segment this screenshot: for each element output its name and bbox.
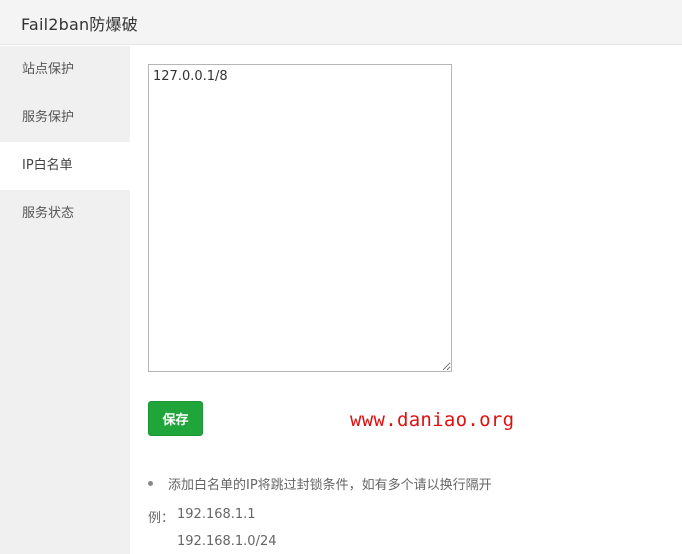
sidebar-item-label: 服务状态: [22, 206, 75, 221]
sidebar-item-service-protection[interactable]: 服务保护: [0, 94, 130, 142]
ip-whitelist-textarea[interactable]: 127.0.0.1/8: [148, 64, 452, 372]
tip-text: 添加白名单的IP将跳过封锁条件，如有多个请以换行隔开: [168, 478, 492, 493]
example-ip-single: 192.168.1.1: [177, 507, 256, 522]
main-panel: 127.0.0.1/8 保存 www.daniao.org 添加白名单的IP将跳…: [130, 46, 682, 554]
example-label: 例：: [148, 511, 175, 526]
sidebar: 站点保护 服务保护 IP白名单 服务状态: [0, 46, 130, 554]
watermark-text: www.daniao.org: [350, 409, 515, 431]
sidebar-item-label: 服务保护: [22, 110, 75, 125]
sidebar-item-label: IP白名单: [22, 158, 73, 173]
sidebar-item-service-status[interactable]: 服务状态: [0, 190, 130, 238]
bullet-icon: [148, 481, 153, 486]
example-ip-range: 192.168.1.0/24: [177, 534, 277, 549]
sidebar-item-ip-whitelist[interactable]: IP白名单: [0, 142, 130, 190]
sidebar-item-label: 站点保护: [22, 62, 75, 77]
tip-line: 添加白名单的IP将跳过封锁条件，如有多个请以换行隔开: [148, 474, 492, 493]
title-bar: Fail2ban防爆破: [0, 0, 682, 45]
sidebar-item-site-protection[interactable]: 站点保护: [0, 46, 130, 94]
save-button[interactable]: 保存: [148, 401, 203, 436]
window-title: Fail2ban防爆破: [21, 15, 138, 34]
